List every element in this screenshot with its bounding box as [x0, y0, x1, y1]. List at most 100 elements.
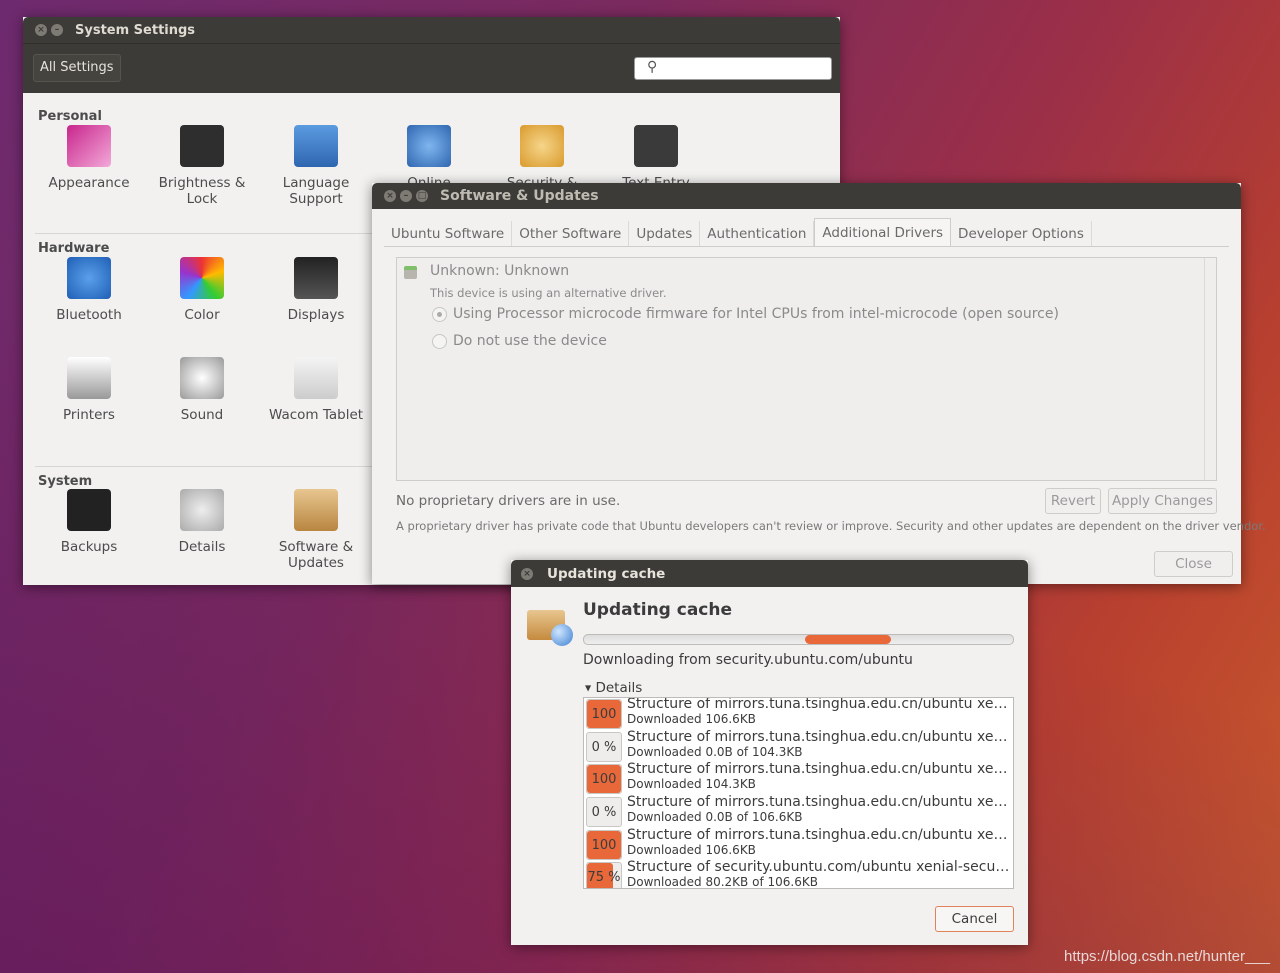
- item-title: Structure of mirrors.tuna.tsinghua.edu.c…: [627, 728, 1013, 745]
- option-label: Do not use the device: [453, 333, 607, 349]
- close-icon[interactable]: ×: [521, 567, 533, 580]
- wacom-tablet-icon: [294, 357, 338, 399]
- settings-item-brightness-lock[interactable]: Brightness & Lock: [152, 125, 252, 207]
- minimize-icon[interactable]: –: [400, 190, 412, 202]
- settings-item-software-updates[interactable]: Software & Updates: [266, 489, 366, 571]
- driver-option-microcode[interactable]: Using Processor microcode firmware for I…: [432, 306, 1059, 322]
- settings-item-label: Bluetooth: [56, 307, 122, 323]
- details-label: Details: [595, 680, 643, 696]
- settings-item-label: Sound: [180, 407, 224, 423]
- settings-item-label: Color: [184, 307, 220, 323]
- settings-item-bluetooth[interactable]: Bluetooth: [39, 257, 139, 323]
- settings-item-sound[interactable]: Sound: [152, 357, 252, 423]
- proprietary-note: A proprietary driver has private code th…: [396, 519, 1266, 533]
- package-icon: [527, 610, 573, 646]
- search-input[interactable]: ⚲: [634, 57, 832, 80]
- window-title: Software & Updates: [440, 188, 599, 204]
- settings-item-label: Software & Updates: [278, 539, 354, 571]
- item-title: Structure of mirrors.tuna.tsinghua.edu.c…: [627, 697, 1013, 712]
- settings-item-language-support[interactable]: Language Support: [266, 125, 366, 207]
- percent-indicator: 100 %: [586, 829, 622, 860]
- percent-text: 0 %: [591, 805, 617, 821]
- settings-item-label: Backups: [60, 539, 118, 555]
- online-accounts-icon: [407, 125, 451, 167]
- list-item[interactable]: 0 % Structure of mirrors.tuna.tsinghua.ed…: [584, 794, 1013, 829]
- revert-button[interactable]: Revert: [1045, 488, 1101, 514]
- tab-ubuntu-software[interactable]: Ubuntu Software: [384, 221, 513, 246]
- list-item[interactable]: 75 % Structure of security.ubuntu.com/ubu…: [584, 859, 1013, 889]
- settings-item-label: Wacom Tablet: [268, 407, 364, 423]
- percent-indicator: 75 %: [586, 862, 622, 888]
- tab-additional-drivers[interactable]: Additional Drivers: [814, 218, 952, 246]
- item-subtitle: Downloaded 106.6KB: [627, 712, 756, 726]
- list-item[interactable]: 100 % Structure of mirrors.tuna.tsinghua.…: [584, 827, 1013, 862]
- list-item[interactable]: 100 % Structure of mirrors.tuna.tsinghua.…: [584, 761, 1013, 796]
- details-expander[interactable]: ▼ Details: [585, 680, 642, 696]
- download-list[interactable]: 100 % Structure of mirrors.tuna.tsinghua.…: [583, 697, 1014, 889]
- settings-item-backups[interactable]: Backups: [39, 489, 139, 555]
- settings-item-printers[interactable]: Printers: [39, 357, 139, 423]
- tab-updates[interactable]: Updates: [629, 221, 701, 246]
- updating-cache-dialog: × Updating cache Updating cache Download…: [511, 560, 1028, 945]
- list-item[interactable]: 100 % Structure of mirrors.tuna.tsinghua.…: [584, 698, 1013, 731]
- item-subtitle: Downloaded 0.0B of 104.3KB: [627, 744, 803, 759]
- item-title: Structure of security.ubuntu.com/ubuntu …: [627, 859, 1013, 876]
- text-entry-icon: [634, 125, 678, 167]
- close-icon[interactable]: ×: [384, 190, 396, 202]
- settings-item-label: Brightness & Lock: [158, 175, 246, 207]
- settings-item-label: Printers: [63, 407, 115, 423]
- tab-other-software[interactable]: Other Software: [512, 221, 630, 246]
- section-divider: [35, 466, 372, 467]
- device-status: This device is using an alternative driv…: [430, 286, 667, 300]
- list-item[interactable]: 0 % Structure of mirrors.tuna.tsinghua.ed…: [584, 728, 1013, 764]
- printer-icon: [67, 357, 111, 399]
- driver-option-none[interactable]: Do not use the device: [432, 333, 607, 349]
- minimize-icon[interactable]: –: [51, 24, 63, 36]
- section-header-personal: Personal: [38, 109, 102, 124]
- settings-item-label: Details: [178, 539, 226, 555]
- tab-authentication[interactable]: Authentication: [700, 221, 815, 246]
- item-subtitle: Downloaded 80.2KB of 106.6KB: [627, 875, 818, 889]
- settings-item-color[interactable]: Color: [152, 257, 252, 323]
- drivers-panel: Unknown: Unknown This device is using an…: [396, 257, 1217, 481]
- settings-item-label: Language Support: [282, 175, 350, 207]
- item-title: Structure of mirrors.tuna.tsinghua.edu.c…: [627, 761, 1013, 778]
- percent-indicator: 100 %: [586, 699, 622, 729]
- settings-item-text-entry[interactable]: Text Entry: [606, 125, 706, 191]
- tab-developer-options[interactable]: Developer Options: [951, 221, 1092, 246]
- section-header-system: System: [38, 474, 93, 489]
- triangle-down-icon: ▼: [585, 683, 592, 693]
- toolbar: All Settings ⚲: [23, 43, 840, 93]
- cancel-button[interactable]: Cancel: [935, 906, 1014, 932]
- close-button[interactable]: Close: [1154, 551, 1233, 577]
- window-title: System Settings: [75, 22, 196, 38]
- backups-icon: [67, 489, 111, 531]
- radio-button[interactable]: [432, 333, 447, 349]
- window-title: Updating cache: [547, 565, 666, 582]
- maximize-icon[interactable]: □: [416, 190, 428, 202]
- titlebar: × – System Settings: [23, 17, 840, 43]
- color-icon: [180, 257, 224, 299]
- settings-item-appearance[interactable]: Appearance: [39, 125, 139, 191]
- settings-item-wacom-tablet[interactable]: Wacom Tablet: [266, 357, 366, 423]
- displays-icon: [294, 257, 338, 299]
- security-icon: [520, 125, 564, 167]
- device-name: Unknown: Unknown: [430, 263, 570, 279]
- radio-button[interactable]: [432, 306, 447, 322]
- drivers-status: No proprietary drivers are in use.: [396, 493, 621, 509]
- download-status: Downloading from security.ubuntu.com/ubu…: [583, 652, 913, 668]
- apply-changes-button[interactable]: Apply Changes: [1108, 488, 1217, 514]
- search-icon: ⚲: [647, 59, 658, 75]
- scrollbar[interactable]: [1204, 258, 1216, 480]
- tab-bar: Ubuntu Software Other Software Updates Auth…: [384, 218, 1229, 247]
- settings-item-details[interactable]: Details: [152, 489, 252, 555]
- language-icon: [294, 125, 338, 167]
- percent-indicator: 100 %: [586, 764, 622, 795]
- all-settings-button[interactable]: All Settings: [33, 54, 121, 82]
- details-icon: [180, 489, 224, 531]
- sound-icon: [180, 357, 224, 399]
- settings-item-displays[interactable]: Displays: [266, 257, 366, 323]
- section-header-hardware: Hardware: [38, 241, 110, 256]
- progress-bar: [583, 634, 1014, 645]
- close-icon[interactable]: ×: [35, 24, 47, 36]
